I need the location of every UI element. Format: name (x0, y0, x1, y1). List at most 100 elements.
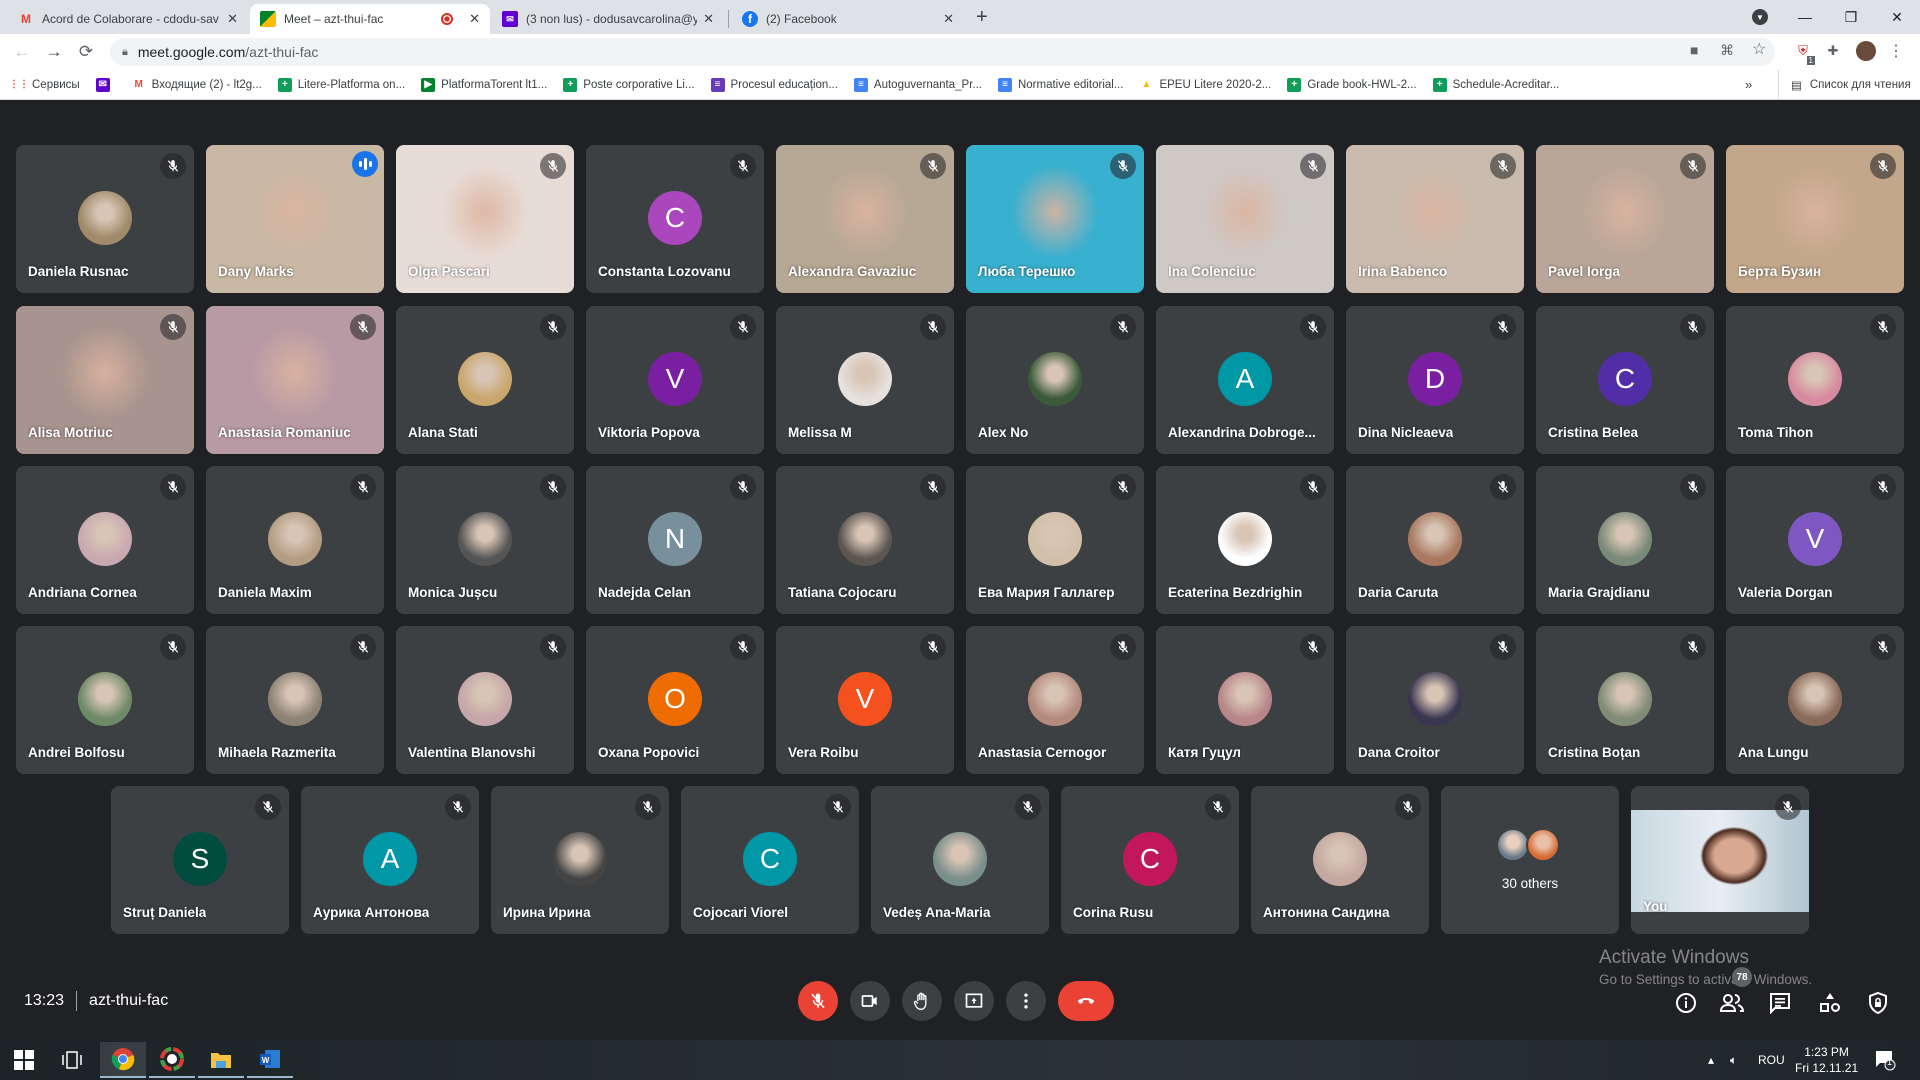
participant-tile[interactable]: O Oxana Popovici (586, 626, 764, 774)
new-tab-button[interactable]: + (976, 6, 988, 29)
tab-facebook[interactable]: f (2) Facebook ✕ (732, 4, 964, 34)
participant-tile[interactable]: Ecaterina Bezdrighin (1156, 466, 1334, 614)
participant-tile[interactable]: Anastasia Romaniuc (206, 306, 384, 454)
bookmark-item[interactable]: + Grade book-HWL-2... (1287, 77, 1417, 92)
ublock-extension-icon[interactable]: ⛨ 1 (1793, 41, 1815, 65)
back-button[interactable]: ← (10, 40, 34, 64)
participant-tile[interactable]: A Аурика Антонова (301, 786, 479, 934)
more-options-button[interactable] (1006, 981, 1046, 1021)
present-screen-button[interactable] (954, 981, 994, 1021)
meeting-details-button[interactable] (1672, 989, 1700, 1017)
participant-tile[interactable]: Vedeș Ana-Maria (871, 786, 1049, 934)
tab-meet[interactable]: Meet – azt-thui-fac ✕ (250, 4, 490, 34)
raise-hand-button[interactable] (902, 981, 942, 1021)
participant-tile[interactable]: Alana Stati (396, 306, 574, 454)
participant-tile[interactable]: C Corina Rusu (1061, 786, 1239, 934)
participant-tile[interactable]: Alexandra Gavaziuc (776, 145, 954, 293)
activities-button[interactable] (1816, 989, 1844, 1017)
participant-tile[interactable]: Ana Lungu (1726, 626, 1904, 774)
reading-list-button[interactable]: ▤ Список для чтения (1778, 70, 1911, 100)
participant-tile[interactable]: Dany Marks (206, 145, 384, 293)
participant-tile[interactable]: Tatiana Cojocaru (776, 466, 954, 614)
show-hidden-icons-button[interactable]: ▴ (1708, 1040, 1714, 1080)
participant-tile[interactable]: Daniela Rusnac (16, 145, 194, 293)
participant-tile[interactable]: Irina Babenco (1346, 145, 1524, 293)
participant-tile[interactable]: V Viktoria Popova (586, 306, 764, 454)
bookmark-item[interactable]: ✉ (95, 77, 116, 92)
participant-tile[interactable]: Ирина Ирина (491, 786, 669, 934)
participant-tile[interactable]: Ina Colenciuc (1156, 145, 1334, 293)
participant-tile[interactable]: N Nadejda Celan (586, 466, 764, 614)
bookmark-item[interactable]: + Schedule-Acreditar... (1432, 77, 1559, 92)
camera-toggle-button[interactable] (850, 981, 890, 1021)
self-tile[interactable]: You (1631, 786, 1809, 934)
input-language[interactable]: ROU (1758, 1040, 1785, 1080)
close-tab-icon[interactable]: ✕ (227, 11, 238, 27)
participant-tile[interactable]: C Cojocari Viorel (681, 786, 859, 934)
bookmark-item[interactable]: ▶ PlatformaTorent lt1... (421, 77, 547, 92)
close-window-button[interactable]: ✕ (1874, 0, 1920, 34)
close-tab-icon[interactable]: ✕ (943, 11, 954, 27)
participant-tile[interactable]: Anastasia Cernogor (966, 626, 1144, 774)
participant-tile[interactable]: V Vera Roibu (776, 626, 954, 774)
participant-tile[interactable]: Mihaela Razmerita (206, 626, 384, 774)
camera-in-use-icon[interactable]: ■ (1690, 42, 1698, 58)
chrome-menu-icon[interactable]: ⋮ (1886, 41, 1906, 61)
participant-tile[interactable]: Берта Бузин (1726, 145, 1904, 293)
leave-call-button[interactable] (1058, 981, 1114, 1021)
bookmark-item[interactable]: ≡ Autoguvernanta_Pr... (853, 77, 982, 92)
participant-tile[interactable]: Daria Caruta (1346, 466, 1524, 614)
participant-tile[interactable]: V Valeria Dorgan (1726, 466, 1904, 614)
participant-tile[interactable]: Катя Гуцул (1156, 626, 1334, 774)
participant-tile[interactable]: Andrei Bolfosu (16, 626, 194, 774)
forward-button[interactable]: → (42, 40, 66, 64)
participant-tile[interactable]: Melissa M (776, 306, 954, 454)
task-view-button[interactable] (48, 1040, 96, 1080)
extensions-puzzle-icon[interactable]: ✚ (1823, 41, 1843, 61)
participant-tile[interactable]: Monica Jușcu (396, 466, 574, 614)
participant-tile[interactable]: Olga Pascari (396, 145, 574, 293)
close-tab-icon[interactable]: ✕ (469, 11, 480, 27)
participant-tile[interactable]: D Dina Nicleaeva (1346, 306, 1524, 454)
participant-tile[interactable]: Dana Croitor (1346, 626, 1524, 774)
participant-tile[interactable]: Антонина Сандина (1251, 786, 1429, 934)
profile-avatar[interactable] (1856, 41, 1876, 61)
participant-tile[interactable]: C Constanta Lozovanu (586, 145, 764, 293)
minimize-button[interactable]: — (1782, 0, 1828, 34)
bookmark-item[interactable]: M Входящие (2) - lt2g... (132, 78, 261, 92)
participant-tile[interactable]: Andriana Cornea (16, 466, 194, 614)
participant-tile[interactable]: Valentina Blanovshi (396, 626, 574, 774)
taskbar-clock[interactable]: 1:23 PM Fri 12.11.21 (1795, 1044, 1858, 1076)
taskbar-file-explorer[interactable] (198, 1042, 244, 1078)
participant-tile[interactable]: Alex No (966, 306, 1144, 454)
start-button[interactable] (0, 1040, 48, 1080)
taskbar-chrome[interactable] (100, 1042, 146, 1078)
tab-gmail[interactable]: M Acord de Colaborare - cdodu-sav ✕ (8, 4, 248, 34)
participant-tile[interactable]: Pavel Iorga (1536, 145, 1714, 293)
address-bar[interactable]: 🔒︎ meet.google.com/azt-thui-fac (110, 38, 1775, 66)
chat-button[interactable] (1766, 989, 1794, 1017)
bookmark-star-icon[interactable]: ☆ (1752, 39, 1766, 59)
participant-tile[interactable]: Maria Grajdianu (1536, 466, 1714, 614)
bookmark-item[interactable]: + Litere-Platforma on... (277, 77, 405, 92)
tab-yahoo-mail[interactable]: ✉ (3 non lus) - dodusavcarolina@ya ✕ (492, 4, 724, 34)
participant-tile[interactable]: Daniela Maxim (206, 466, 384, 614)
close-tab-icon[interactable]: ✕ (703, 11, 714, 27)
tab-search-button[interactable]: ▼ (1752, 9, 1768, 25)
people-button[interactable] (1718, 989, 1746, 1017)
bookmark-item[interactable]: ⋮⋮ Сервисы (9, 78, 80, 92)
translate-icon[interactable]: ⌘ (1720, 42, 1734, 59)
maximize-button[interactable]: ❐ (1828, 0, 1874, 34)
participant-tile[interactable]: Toma Tihon (1726, 306, 1904, 454)
participant-tile[interactable]: C Cristina Belea (1536, 306, 1714, 454)
action-center-button[interactable]: 1 (1874, 1040, 1896, 1080)
reload-button[interactable]: ⟳ (74, 40, 98, 64)
bookmark-item[interactable]: ≡ Normative editorial... (997, 77, 1123, 92)
bookmarks-overflow-button[interactable]: » (1745, 77, 1752, 92)
microphone-toggle-button[interactable] (798, 981, 838, 1021)
participant-tile[interactable]: Alisa Motriuc (16, 306, 194, 454)
participant-tile[interactable]: Cristina Boțan (1536, 626, 1714, 774)
participant-tile[interactable]: S Struț Daniela (111, 786, 289, 934)
participant-tile[interactable]: Люба Терешко (966, 145, 1144, 293)
bookmark-item[interactable]: ≡ Procesul educațion... (710, 77, 838, 92)
